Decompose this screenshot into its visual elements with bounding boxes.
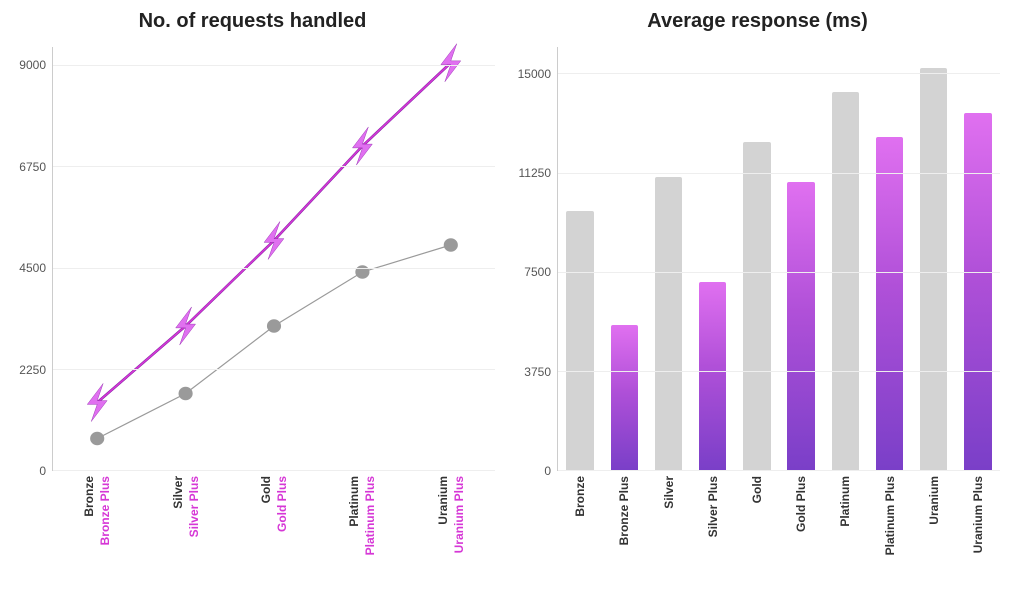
- xtick-label: Silver: [662, 476, 676, 509]
- bar-plus: [964, 113, 991, 470]
- ytick-label: 0: [544, 464, 551, 478]
- bar-standard: [832, 92, 859, 470]
- bar-chart-body: 0375075001125015000 BronzeBronze PlusSil…: [515, 47, 1000, 471]
- bar-standard: [920, 68, 947, 470]
- xtick-label: Platinum: [838, 476, 852, 527]
- bar-chart-plot: BronzeBronze PlusSilverSilver PlusGoldGo…: [557, 47, 1000, 471]
- xtick-label-plus: Silver Plus: [187, 476, 201, 537]
- bar-plus: [611, 325, 638, 470]
- line-point: [90, 432, 104, 446]
- xtick-label-plus: Platinum Plus: [363, 476, 377, 555]
- xtick-label: Gold Plus: [794, 476, 808, 532]
- line-chart-plot: BronzeBronze PlusSilverSilver PlusGoldGo…: [52, 47, 495, 471]
- xtick-label: Uranium: [927, 476, 941, 525]
- xtick-label-plus: Gold Plus: [275, 476, 289, 532]
- ytick-label: 0: [39, 464, 46, 478]
- bar-standard: [743, 142, 770, 470]
- bar-plus: [876, 137, 903, 470]
- bar-standard: [655, 177, 682, 470]
- bolt-icon: [264, 221, 284, 259]
- xtick-label: Uranium Plus: [971, 476, 985, 553]
- xtick-label: Silver Plus: [706, 476, 720, 537]
- ytick-label: 4500: [19, 261, 46, 275]
- ytick-label: 15000: [518, 67, 551, 81]
- bar-plus: [787, 182, 814, 470]
- bolt-icon: [87, 383, 107, 421]
- xtick-label: Platinum: [347, 476, 361, 527]
- line-chart-panel: No. of requests handled 0 2250 4500 6750 900…: [0, 0, 505, 601]
- line-point: [179, 387, 193, 401]
- xtick-label: Bronze: [82, 476, 96, 517]
- line-series-standard: [97, 245, 451, 439]
- line-point: [267, 319, 281, 333]
- bolt-icon: [352, 127, 372, 165]
- line-point: [444, 238, 458, 252]
- xtick-label: Silver: [171, 476, 185, 509]
- bar-chart-panel: Average response (ms) 0 3750 7500 11250 1500…: [505, 0, 1010, 601]
- xtick-label: Platinum Plus: [883, 476, 897, 555]
- ytick-label: 7500: [524, 265, 551, 279]
- xtick-label: Gold: [750, 476, 764, 503]
- ytick-label: 6750: [19, 160, 46, 174]
- bar-chart-yaxis: 0375075001125015000: [515, 47, 557, 471]
- line-chart-title: No. of requests handled: [10, 10, 495, 33]
- ytick-label: 3750: [524, 365, 551, 379]
- xtick-label-plus: Bronze Plus: [98, 476, 112, 545]
- bolt-icon: [176, 307, 196, 345]
- bar-plus: [699, 282, 726, 470]
- ytick-label: 2250: [19, 363, 46, 377]
- bolt-icon: [441, 44, 461, 82]
- ytick-label: 11250: [519, 166, 551, 180]
- xtick-label: Gold: [259, 476, 273, 503]
- line-chart-yaxis: 02250450067509000: [10, 47, 52, 471]
- xtick-label-plus: Uranium Plus: [452, 476, 466, 553]
- ytick-label: 9000: [19, 58, 46, 72]
- xtick-label: Uranium: [436, 476, 450, 525]
- bar-standard: [566, 211, 593, 470]
- xtick-label: Bronze: [573, 476, 587, 517]
- xtick-label: Bronze Plus: [617, 476, 631, 545]
- bar-chart-title: Average response (ms): [515, 10, 1000, 33]
- line-chart-body: 02250450067509000 BronzeBronze PlusSilve…: [10, 47, 495, 471]
